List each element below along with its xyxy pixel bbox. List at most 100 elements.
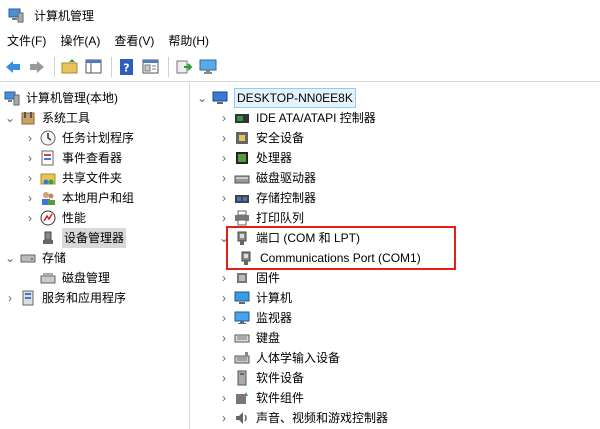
export-button[interactable] <box>173 56 195 78</box>
device-category-ide[interactable]: › IDE ATA/ATAPI 控制器 <box>218 108 376 128</box>
disk-management-icon <box>40 273 56 284</box>
chevron-right-icon[interactable]: › <box>218 371 230 385</box>
tree-label: DESKTOP-NN0EE8K <box>234 88 356 108</box>
tree-item-event-viewer[interactable]: › 事件查看器 <box>24 148 122 168</box>
tree-label: 软件设备 <box>256 371 305 385</box>
monitor-icon <box>199 59 217 74</box>
computer-management-icon <box>4 91 20 106</box>
device-category-disk-drives[interactable]: › 磁盘驱动器 <box>218 168 316 188</box>
forward-button[interactable] <box>26 56 48 78</box>
chevron-right-icon[interactable]: › <box>24 211 36 225</box>
chevron-right-icon[interactable]: › <box>218 111 230 125</box>
monitor-button[interactable] <box>197 56 219 78</box>
up-folder-button[interactable] <box>59 56 81 78</box>
hid-icon <box>234 352 250 364</box>
chevron-right-icon[interactable]: › <box>218 311 230 325</box>
help-button[interactable]: ? <box>116 56 138 78</box>
tree-item-system-tools[interactable]: ⌄ 系统工具 <box>4 108 90 128</box>
device-category-hid[interactable]: › 人体学输入设备 <box>218 348 340 368</box>
tree-label: IDE ATA/ATAPI 控制器 <box>256 111 376 125</box>
navigation-tree: 计算机管理(本地) ⌄ 系统工具 › 任务计划程序 › 事件查看器 › 共享文件… <box>0 83 190 429</box>
back-button[interactable] <box>2 56 24 78</box>
tree-label: 固件 <box>256 271 281 285</box>
help-icon: ? <box>120 58 133 75</box>
highlight-box <box>226 226 456 270</box>
up-folder-icon <box>61 58 78 73</box>
chevron-down-icon[interactable]: ⌄ <box>4 251 16 265</box>
chevron-down-icon[interactable]: ⌄ <box>196 91 208 105</box>
window-title: 计算机管理 <box>34 8 95 23</box>
device-category-firmware[interactable]: › 固件 <box>218 268 280 288</box>
chevron-right-icon[interactable]: › <box>218 171 230 185</box>
tree-label: 共享文件夹 <box>62 171 123 185</box>
chevron-right-icon[interactable]: › <box>218 271 230 285</box>
device-category-processor[interactable]: › 处理器 <box>218 148 292 168</box>
menu-action[interactable]: 操作(A) <box>53 30 107 52</box>
chevron-right-icon[interactable]: › <box>24 151 36 165</box>
storage-icon <box>20 254 36 263</box>
performance-icon <box>40 210 56 226</box>
disk-drive-icon <box>234 175 250 184</box>
device-category-software-devices[interactable]: › 软件设备 <box>218 368 304 388</box>
chevron-right-icon[interactable]: › <box>24 171 36 185</box>
device-category-computer[interactable]: › 计算机 <box>218 288 292 308</box>
chevron-down-icon[interactable]: ⌄ <box>4 111 16 125</box>
chevron-right-icon[interactable]: › <box>218 291 230 305</box>
tree-label: 计算机管理(本地) <box>26 91 118 105</box>
chevron-right-icon[interactable]: › <box>218 151 230 165</box>
software-device-icon <box>237 370 247 386</box>
tree-label: 计算机 <box>256 291 293 305</box>
menu-view[interactable]: 查看(V) <box>107 30 161 52</box>
chevron-right-icon[interactable]: › <box>24 191 36 205</box>
tree-item-task-scheduler[interactable]: › 任务计划程序 <box>24 128 134 148</box>
storage-controller-icon <box>235 195 249 203</box>
device-category-print-queue[interactable]: › 打印队列 <box>218 208 304 228</box>
speaker-icon <box>236 412 247 424</box>
show-hide-tree-icon <box>85 59 102 73</box>
menu-bar: 文件(F) 操作(A) 查看(V) 帮助(H) <box>0 30 600 52</box>
shared-folder-icon <box>40 173 56 185</box>
chevron-right-icon[interactable]: › <box>218 351 230 365</box>
event-viewer-icon <box>41 150 54 166</box>
chevron-right-icon[interactable]: › <box>218 191 230 205</box>
tree-label: 磁盘管理 <box>62 271 111 285</box>
device-category-monitors[interactable]: › 监视器 <box>218 308 292 328</box>
tree-item-local-users[interactable]: › 本地用户和组 <box>24 188 134 208</box>
tree-label: 软件组件 <box>256 391 305 405</box>
properties-button[interactable] <box>140 56 162 78</box>
tree-label: 系统工具 <box>42 111 91 125</box>
device-category-storage-controllers[interactable]: › 存储控制器 <box>218 188 316 208</box>
tree-label: 存储控制器 <box>256 191 317 205</box>
keyboard-icon <box>234 334 250 343</box>
device-category-security[interactable]: › 安全设备 <box>218 128 304 148</box>
device-category-sound[interactable]: › 声音、视频和游戏控制器 <box>218 408 388 428</box>
computer-management-icon <box>8 8 24 23</box>
device-category-keyboard[interactable]: › 键盘 <box>218 328 280 348</box>
tree-item-performance[interactable]: › 性能 <box>24 208 86 228</box>
device-tree-root[interactable]: ⌄ DESKTOP-NN0EE8K <box>196 88 356 108</box>
clock-icon <box>40 130 56 146</box>
chevron-right-icon[interactable]: › <box>218 391 230 405</box>
tree-item-storage[interactable]: ⌄ 存储 <box>4 248 66 268</box>
tree-item-disk-management[interactable]: 磁盘管理 <box>40 268 110 288</box>
tree-label: 服务和应用程序 <box>42 291 127 305</box>
tree-root-computer-management[interactable]: 计算机管理(本地) <box>4 88 118 108</box>
services-icon <box>22 290 34 306</box>
menu-help[interactable]: 帮助(H) <box>161 30 216 52</box>
chevron-right-icon[interactable]: › <box>24 131 36 145</box>
chevron-right-icon[interactable]: › <box>4 291 16 305</box>
chevron-right-icon[interactable]: › <box>218 211 230 225</box>
chevron-right-icon[interactable]: › <box>218 131 230 145</box>
chevron-right-icon[interactable]: › <box>218 411 230 425</box>
menu-file[interactable]: 文件(F) <box>0 30 53 52</box>
tree-item-device-manager[interactable]: 设备管理器 <box>40 228 127 248</box>
tree-item-shared-folders[interactable]: › 共享文件夹 <box>24 168 122 188</box>
svg-text:?: ? <box>123 61 129 74</box>
device-category-software-components[interactable]: › 软件组件 <box>218 388 304 408</box>
tree-label: 安全设备 <box>256 131 305 145</box>
chevron-right-icon[interactable]: › <box>218 331 230 345</box>
tree-item-services-apps[interactable]: › 服务和应用程序 <box>4 288 126 308</box>
show-hide-tree-button[interactable] <box>83 56 105 78</box>
users-icon <box>42 192 55 205</box>
ide-controller-icon <box>235 114 249 123</box>
